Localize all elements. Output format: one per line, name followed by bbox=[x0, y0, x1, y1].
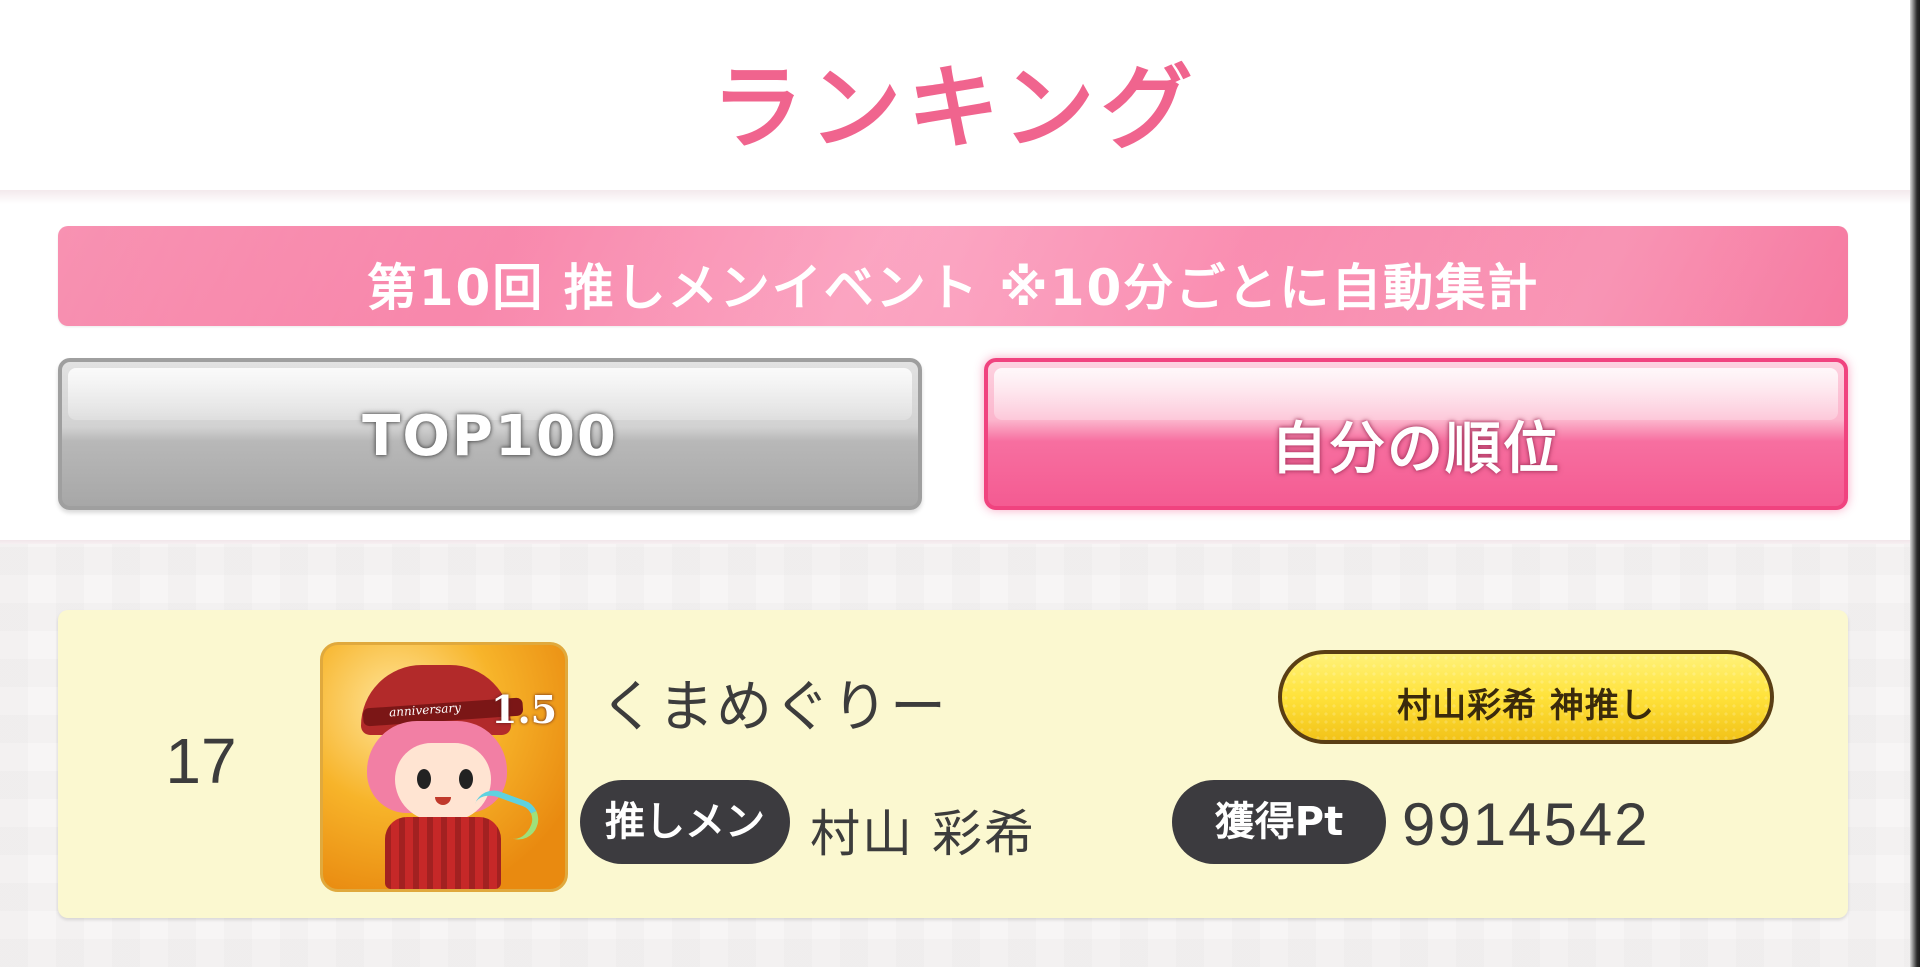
avatar-anniversary-number: 1.5 bbox=[491, 687, 558, 732]
tab-top100[interactable]: TOP100 bbox=[58, 358, 922, 510]
title-divider bbox=[0, 190, 1910, 204]
avatar-eye bbox=[417, 769, 431, 789]
avatar-eye bbox=[459, 769, 473, 789]
ranking-screen: ランキング 第10回 推しメンイベント ※10分ごとに自動集計 TOP100 自… bbox=[0, 0, 1920, 967]
page-title: ランキング bbox=[711, 55, 1199, 162]
tab-top100-label: TOP100 bbox=[362, 404, 618, 469]
oshimen-name: 村山 彩希 bbox=[810, 805, 1036, 863]
event-banner-text: 第10回 推しメンイベント ※10分ごとに自動集計 bbox=[366, 259, 1540, 317]
title-bar: ランキング bbox=[0, 0, 1910, 196]
points-label-pill: 獲得Pt bbox=[1172, 780, 1386, 864]
ranking-row[interactable]: 17 anniversary 1.5 くまめぐりー 村山彩希 神推し 推しメン … bbox=[58, 610, 1848, 918]
screen-edge bbox=[1910, 0, 1920, 967]
oshimen-label-pill: 推しメン bbox=[580, 780, 790, 864]
points-value: 9914542 bbox=[1402, 791, 1650, 858]
title-badge-text: 村山彩希 神推し bbox=[1397, 686, 1655, 726]
event-banner: 第10回 推しメンイベント ※10分ごとに自動集計 bbox=[58, 226, 1848, 326]
avatar[interactable]: anniversary 1.5 bbox=[320, 642, 568, 892]
tab-my-rank[interactable]: 自分の順位 bbox=[984, 358, 1848, 510]
title-badge: 村山彩希 神推し bbox=[1278, 650, 1774, 744]
rank-number: 17 bbox=[165, 725, 237, 797]
player-name: くまめぐりー bbox=[600, 675, 948, 740]
tab-my-rank-label: 自分の順位 bbox=[1271, 417, 1561, 482]
